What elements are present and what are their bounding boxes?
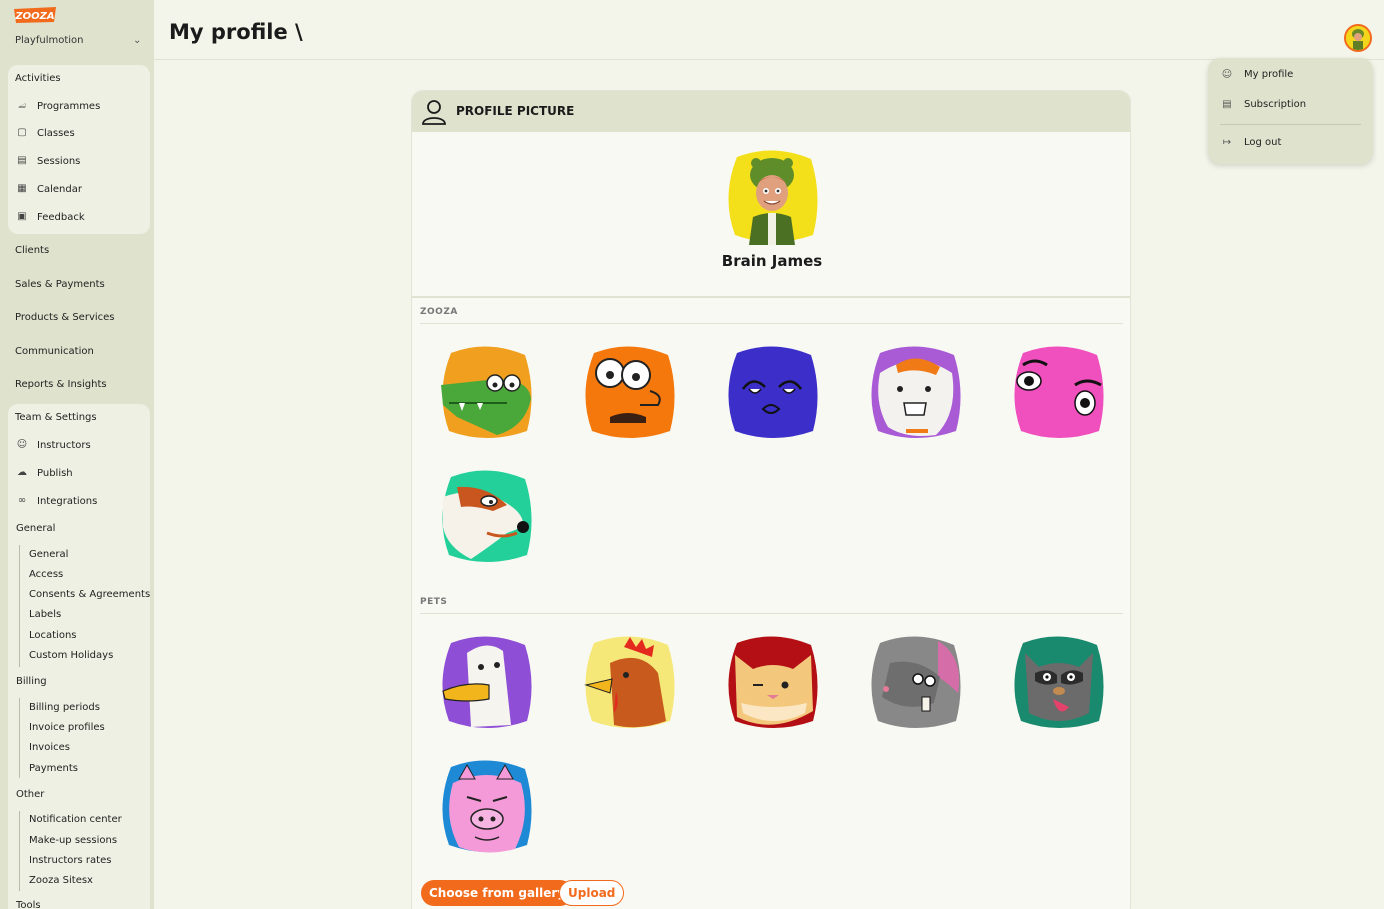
panel-title: PROFILE PICTURE xyxy=(456,104,575,118)
chevron-down-icon[interactable]: ⌄ xyxy=(133,35,141,46)
calendar-icon: ▦ xyxy=(17,183,27,194)
avatar xyxy=(1346,26,1370,50)
menu-item-label: My profile xyxy=(1244,69,1294,80)
link-icon: ∞ xyxy=(17,495,27,506)
activities-card xyxy=(8,65,150,234)
header-divider xyxy=(154,59,1384,60)
group-divider xyxy=(420,323,1123,324)
folder-icon: ▢ xyxy=(17,127,27,138)
sidebar-item-instructors[interactable]: ☺ Instructors xyxy=(15,439,91,451)
billing-heading: Billing xyxy=(16,676,47,687)
other-heading: Other xyxy=(16,789,45,800)
gallery-group-label: PETS xyxy=(420,597,448,607)
sidebar: ZOOZA Playfulmotion ⌄ Activities ⧡ Progr… xyxy=(0,0,154,909)
profile-dropdown-menu: ☺ My profile ▤ Subscription ↦ Log out xyxy=(1208,58,1373,164)
sidebar-item-products-services[interactable]: Products & Services xyxy=(15,312,115,323)
sidebar-subitem-access[interactable]: Access xyxy=(29,569,63,580)
current-profile-avatar xyxy=(728,150,818,245)
duck-avatar[interactable] xyxy=(437,633,535,731)
raccoon-avatar[interactable] xyxy=(1009,633,1107,731)
sidebar-item-label: Calendar xyxy=(37,183,82,195)
pig-avatar[interactable] xyxy=(437,757,535,855)
sidebar-subitem-locations[interactable]: Locations xyxy=(29,630,77,641)
subscription-icon: ▤ xyxy=(1222,99,1232,110)
panel-header: PROFILE PICTURE xyxy=(412,91,1130,132)
other-tree-line xyxy=(19,811,20,891)
org-selector[interactable]: Playfulmotion xyxy=(15,35,84,46)
blue-face-avatar[interactable] xyxy=(723,343,821,441)
programmes-icon: ⧡ xyxy=(18,100,26,111)
sessions-icon: ▤ xyxy=(17,155,27,166)
sidebar-subitem-general[interactable]: General xyxy=(29,549,68,560)
sidebar-item-label: Integrations xyxy=(37,495,98,507)
user-icon: ☺ xyxy=(16,439,28,450)
sidebar-subitem-payments[interactable]: Payments xyxy=(29,763,78,774)
sidebar-item-sales-payments[interactable]: Sales & Payments xyxy=(15,279,105,290)
gallery-group-label: ZOOZA xyxy=(420,307,458,317)
sidebar-item-label: Sessions xyxy=(37,155,81,167)
sidebar-item-communication[interactable]: Communication xyxy=(15,346,94,357)
sidebar-item-label: Feedback xyxy=(37,211,85,223)
page-title: My profile \ xyxy=(169,20,303,44)
general-heading: General xyxy=(16,523,56,534)
sidebar-item-programmes[interactable]: ⧡ Programmes xyxy=(15,100,100,112)
sidebar-subitem-makeup-sessions[interactable]: Make-up sessions xyxy=(29,835,117,846)
sidebar-item-clients[interactable]: Clients xyxy=(15,245,49,256)
upload-button[interactable]: Upload xyxy=(559,880,625,906)
sidebar-subitem-consents[interactable]: Consents & Agreements xyxy=(29,589,150,600)
cat-avatar[interactable] xyxy=(723,633,821,731)
group-divider xyxy=(420,613,1123,614)
team-settings-heading: Team & Settings xyxy=(15,412,97,423)
sidebar-item-feedback[interactable]: ▣ Feedback xyxy=(15,211,85,223)
rat-avatar[interactable] xyxy=(866,633,964,731)
general-tree-line xyxy=(19,545,20,667)
menu-item-label: Log out xyxy=(1244,137,1282,148)
profile-name: Brain James xyxy=(721,252,823,270)
menu-item-subscription[interactable]: ▤ Subscription xyxy=(1220,99,1306,110)
user-avatar-button[interactable] xyxy=(1344,24,1372,52)
rooster-avatar[interactable] xyxy=(580,633,678,731)
user-icon xyxy=(422,100,446,125)
crocodile-avatar[interactable] xyxy=(437,343,535,441)
choose-from-gallery-button[interactable]: Choose from gallery xyxy=(421,880,574,906)
sidebar-item-classes[interactable]: ▢ Classes xyxy=(15,127,75,139)
hamster-bandana-avatar[interactable] xyxy=(866,343,964,441)
sidebar-subitem-custom-holidays[interactable]: Custom Holidays xyxy=(29,650,113,661)
tools-heading[interactable]: Tools xyxy=(16,900,41,909)
profile-picture-panel: PROFILE PICTURE Brain James ZOOZA PETS C… xyxy=(411,90,1131,909)
fox-avatar[interactable] xyxy=(437,467,535,565)
sidebar-item-calendar[interactable]: ▦ Calendar xyxy=(15,183,82,195)
sidebar-subitem-instructors-rates[interactable]: Instructors rates xyxy=(29,855,111,866)
billing-tree-line xyxy=(19,698,20,778)
menu-item-log-out[interactable]: ↦ Log out xyxy=(1220,137,1282,148)
sidebar-item-publish[interactable]: ☁ Publish xyxy=(15,467,73,479)
cloud-upload-icon: ☁ xyxy=(17,467,27,478)
sidebar-subitem-invoice-profiles[interactable]: Invoice profiles xyxy=(29,722,105,733)
sidebar-item-reports-insights[interactable]: Reports & Insights xyxy=(15,379,107,390)
menu-item-label: Subscription xyxy=(1244,99,1307,110)
user-icon: ☺ xyxy=(1221,69,1233,80)
sidebar-item-label: Classes xyxy=(37,127,75,139)
mustache-face-avatar[interactable] xyxy=(580,343,678,441)
feedback-icon: ▣ xyxy=(17,211,27,222)
sidebar-item-integrations[interactable]: ∞ Integrations xyxy=(15,495,97,507)
sidebar-subitem-zooza-sitesx[interactable]: Zooza Sitesx xyxy=(29,875,93,886)
sidebar-item-label: Instructors xyxy=(37,439,91,451)
sidebar-subitem-labels[interactable]: Labels xyxy=(29,609,61,620)
zooza-logo[interactable]: ZOOZA xyxy=(13,6,57,24)
logout-icon: ↦ xyxy=(1222,137,1232,148)
sidebar-subitem-notification-center[interactable]: Notification center xyxy=(29,814,122,825)
sidebar-item-sessions[interactable]: ▤ Sessions xyxy=(15,155,80,167)
activities-heading: Activities xyxy=(15,73,61,84)
sidebar-item-label: Programmes xyxy=(37,100,101,112)
sidebar-subitem-billing-periods[interactable]: Billing periods xyxy=(29,702,100,713)
panel-divider xyxy=(412,296,1130,298)
sidebar-subitem-invoices[interactable]: Invoices xyxy=(29,742,70,753)
svg-text:ZOOZA: ZOOZA xyxy=(14,11,54,22)
pink-eyes-avatar[interactable] xyxy=(1009,343,1107,441)
menu-item-my-profile[interactable]: ☺ My profile xyxy=(1220,69,1294,80)
menu-divider xyxy=(1220,124,1361,125)
sidebar-item-label: Publish xyxy=(37,467,73,479)
